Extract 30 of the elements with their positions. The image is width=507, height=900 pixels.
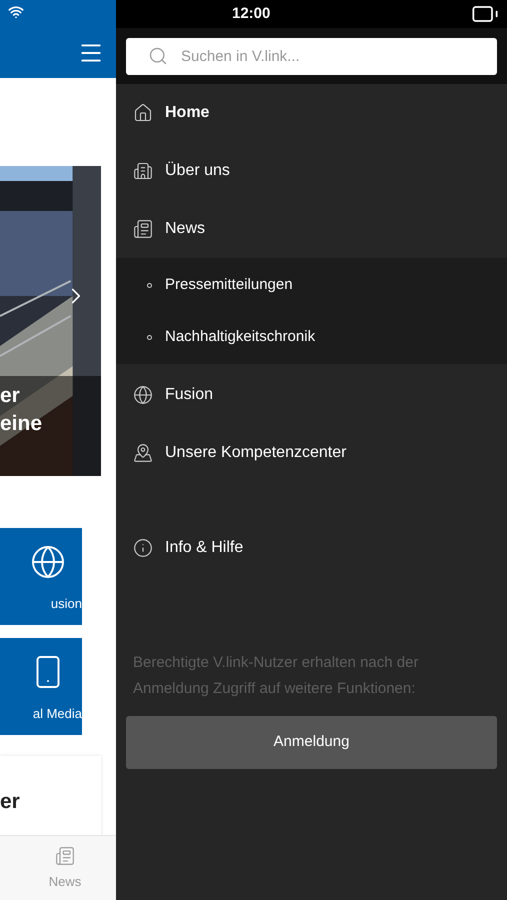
tile-button[interactable]: usion bbox=[0, 528, 82, 625]
menu-item[interactable]: Unsere Kompetenzcenter bbox=[116, 424, 507, 482]
home-icon bbox=[133, 103, 153, 123]
menu-item[interactable]: News bbox=[116, 200, 507, 258]
newspaper-icon bbox=[54, 846, 75, 866]
tile-button[interactable]: al Media bbox=[0, 638, 82, 735]
menu-item[interactable]: Fusion bbox=[116, 366, 507, 424]
menu-item[interactable]: Info & Hilfe bbox=[116, 519, 507, 577]
globe-icon bbox=[30, 544, 66, 580]
search-icon bbox=[148, 46, 168, 66]
bullet-icon bbox=[147, 282, 152, 288]
submenu-item[interactable]: Pressemitteilungen bbox=[116, 259, 507, 311]
building-icon bbox=[133, 161, 153, 181]
menu-item[interactable]: Über uns bbox=[116, 142, 507, 200]
bullet-icon bbox=[147, 334, 152, 340]
hero-title: er bbox=[0, 383, 21, 409]
map-pin-icon bbox=[133, 443, 153, 463]
news-card[interactable]: er bbox=[0, 756, 101, 836]
status-time: 12:00 bbox=[232, 4, 270, 24]
login-note: Berechtigte V.link-Nutzer erhalten nach der Anmeldung Zugriff auf weitere Funktionen: bbox=[132, 653, 420, 699]
wifi-icon bbox=[8, 4, 24, 20]
menu-item[interactable]: Home bbox=[116, 84, 507, 142]
globe-icon bbox=[133, 385, 153, 405]
info-icon bbox=[133, 538, 153, 558]
submenu-item[interactable]: Nachhaltigkeitschronik bbox=[116, 311, 507, 363]
card-title: er bbox=[0, 790, 20, 813]
hero-title: eine bbox=[0, 411, 42, 437]
newspaper-icon bbox=[133, 219, 153, 239]
login-button[interactable]: Anmeldung bbox=[126, 716, 497, 769]
search-field[interactable]: Suchen in V.link... bbox=[126, 38, 497, 74]
